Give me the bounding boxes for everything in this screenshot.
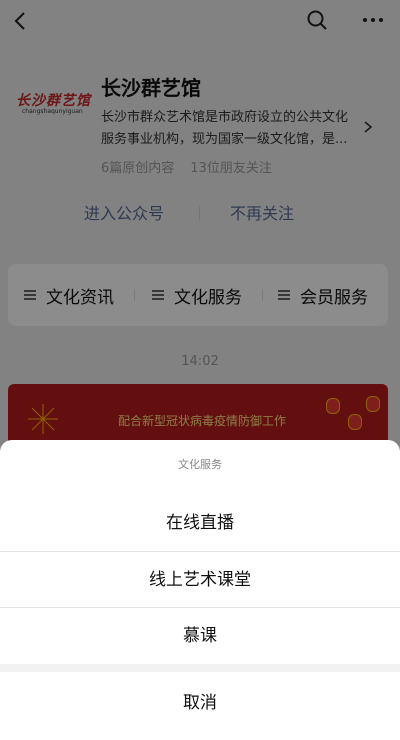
cancel-button[interactable]: 取消	[0, 672, 400, 734]
option-online-art-class[interactable]: 线上艺术课堂	[0, 551, 400, 608]
action-sheet: 文化服务 在线直播 线上艺术课堂 慕课 取消	[0, 440, 400, 740]
action-sheet-title: 文化服务	[178, 458, 222, 471]
option-live-stream[interactable]: 在线直播	[0, 495, 400, 551]
option-mooc[interactable]: 慕课	[0, 607, 400, 664]
sheet-gap	[0, 664, 400, 672]
